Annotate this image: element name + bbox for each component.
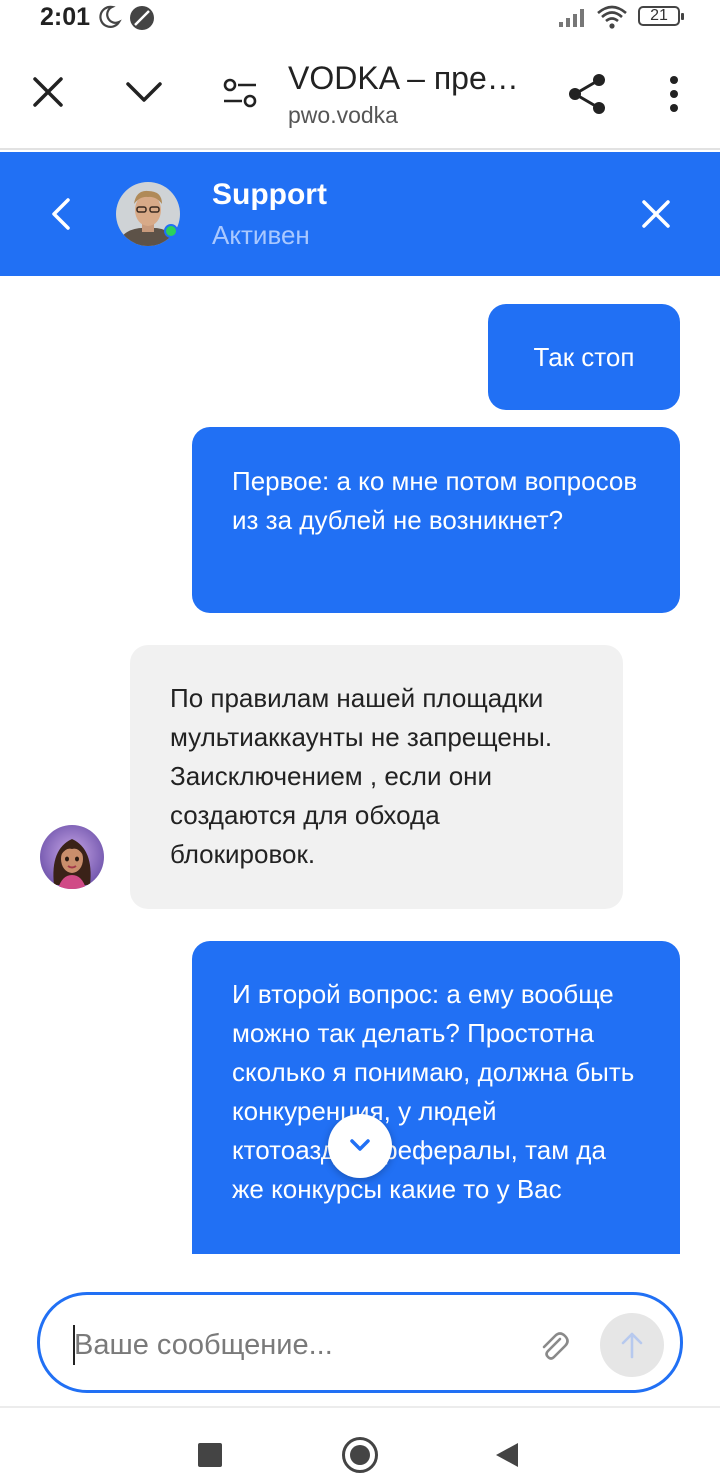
message-list[interactable]: Так стоп Первое: а ко мне потом вопросов… (0, 276, 720, 1254)
status-bar: 2:01 21 (0, 0, 720, 36)
message-input[interactable] (74, 1323, 514, 1367)
chat-header: Support Активен (0, 152, 720, 276)
message-composer (37, 1292, 683, 1393)
battery-level: 21 (650, 7, 668, 24)
message-outgoing: Так стоп (488, 304, 680, 410)
signal-icon (559, 9, 584, 27)
back-triangle-icon[interactable] (494, 1441, 520, 1469)
wifi-icon (597, 5, 627, 29)
browser-toolbar: VODKA – прем… pwo.vodka (0, 36, 720, 150)
message-outgoing: Первое: а ко мне потом вопросов из за ду… (192, 427, 680, 613)
online-indicator (164, 224, 178, 238)
site-settings-icon[interactable] (222, 76, 258, 110)
recents-icon[interactable] (198, 1443, 222, 1467)
moon-icon (99, 5, 122, 28)
share-icon[interactable] (566, 72, 610, 116)
status-time: 2:01 (40, 3, 91, 31)
close-tab-icon[interactable] (30, 74, 66, 110)
close-chat-icon[interactable] (640, 198, 672, 230)
scroll-to-bottom-button[interactable] (328, 1114, 392, 1178)
do-not-disturb-icon (130, 6, 154, 30)
send-button[interactable] (600, 1313, 664, 1377)
more-options-icon[interactable] (664, 74, 684, 114)
page-url[interactable]: pwo.vodka (288, 102, 398, 129)
chevron-down-icon (350, 1139, 370, 1151)
system-nav-bar (0, 1406, 720, 1480)
home-icon[interactable] (342, 1437, 378, 1473)
text-caret (73, 1325, 75, 1365)
message-outgoing: И второй вопрос: а ему вообще можно так … (192, 941, 680, 1254)
agent-avatar (40, 825, 104, 889)
paperclip-icon[interactable] (536, 1329, 572, 1365)
chat-agent-name: Support (212, 178, 327, 211)
arrow-up-icon (621, 1332, 643, 1359)
chat-agent-status: Активен (212, 220, 310, 250)
battery-icon: 21 (638, 6, 684, 26)
message-incoming: По правилам нашей площадки мультиаккаунт… (130, 645, 623, 909)
page-title[interactable]: VODKA – прем… (288, 60, 538, 97)
chevron-down-icon[interactable] (124, 76, 164, 106)
agent-photo-icon (40, 825, 104, 889)
back-arrow-icon[interactable] (48, 196, 76, 232)
